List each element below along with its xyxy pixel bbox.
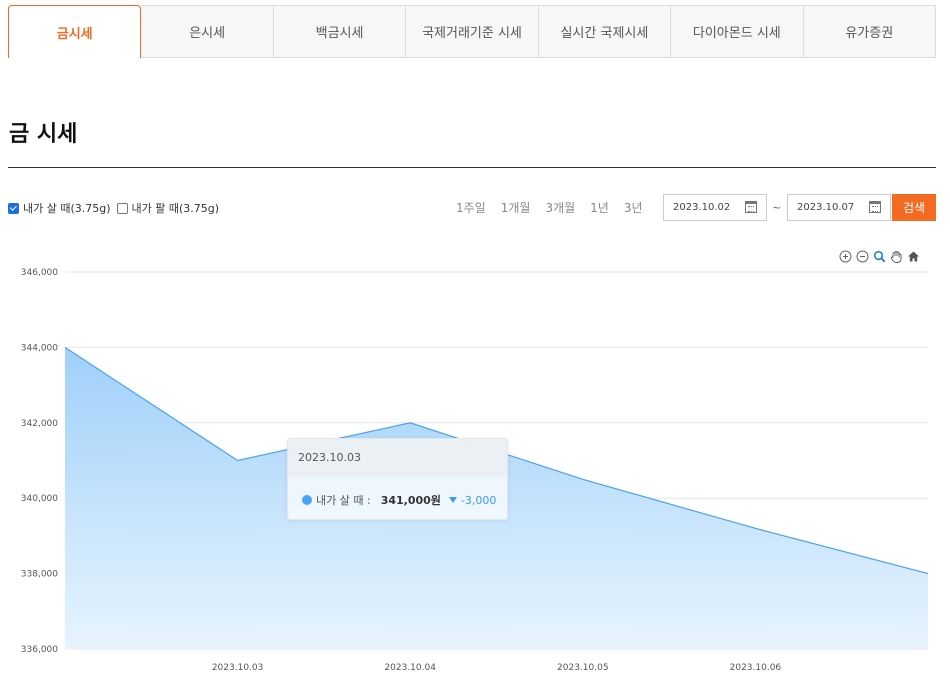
y-tick-label: 336,000 xyxy=(21,645,58,655)
price-chart: 346,000 344,000 342,000 340,000 338,000 336,0… xyxy=(21,268,929,673)
tooltip-change: -3,000 xyxy=(448,493,497,507)
y-tick-label: 338,000 xyxy=(21,570,58,580)
series-dot-icon xyxy=(302,495,312,505)
y-tick-label: 344,000 xyxy=(21,343,58,353)
y-tick-label: 342,000 xyxy=(21,419,58,429)
x-tick-label: 2023.10.05 xyxy=(557,663,609,673)
chart-tooltip: 2023.10.03 내가 살 때 : 341,000원 -3,000 xyxy=(287,438,508,520)
x-tick-label: 2023.10.04 xyxy=(384,663,436,673)
tooltip-value: 341,000원 xyxy=(380,494,441,507)
y-tick-label: 346,000 xyxy=(21,268,58,278)
x-tick-label: 2023.10.06 xyxy=(730,663,782,673)
tooltip-change-value: -3,000 xyxy=(460,493,497,507)
x-tick-label: 2023.10.03 xyxy=(212,663,264,673)
tooltip-series-label: 내가 살 때 : xyxy=(316,494,371,507)
tooltip-date: 2023.10.03 xyxy=(288,439,507,477)
y-tick-label: 340,000 xyxy=(21,494,58,504)
down-triangle-icon xyxy=(448,497,457,503)
tooltip-row: 내가 살 때 : 341,000원 -3,000 xyxy=(288,477,507,508)
